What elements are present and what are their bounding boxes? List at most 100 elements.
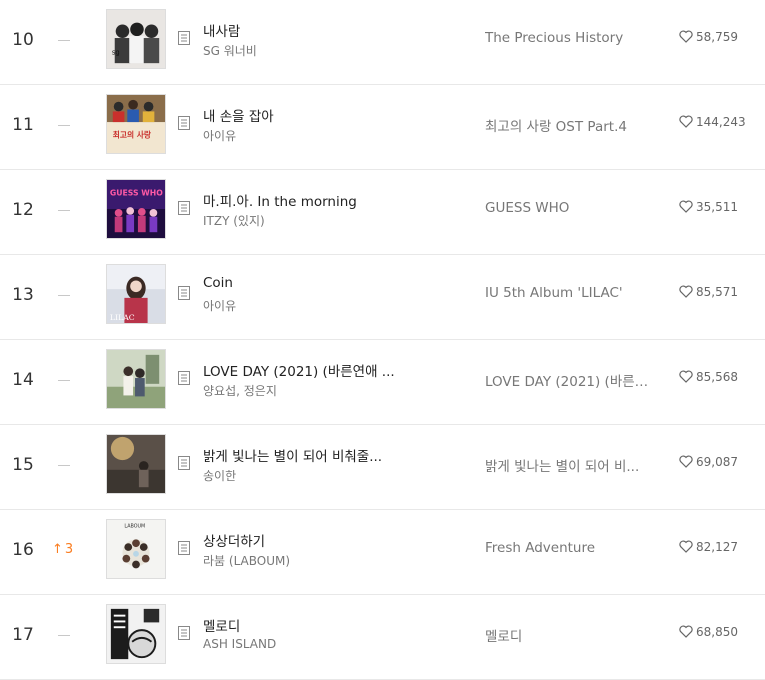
rank-change-static — [52, 118, 82, 133]
heart-outline-icon — [679, 455, 693, 468]
document-icon[interactable] — [178, 626, 190, 640]
album-cover-image — [107, 605, 165, 663]
dash-icon — [58, 125, 70, 126]
chart-list: 10 sg 내사람 SG 워너비 The Precious History 58… — [0, 0, 765, 680]
song-title[interactable]: 내사람 — [203, 20, 453, 40]
like-button[interactable]: 58,759 — [679, 30, 759, 44]
artist-name[interactable]: ITZY (있지) — [203, 212, 453, 229]
album-cover-image: sg — [107, 10, 165, 68]
chart-row[interactable]: 17 멜로디 ASH ISLAND 멜로디 68,850 — [0, 595, 765, 680]
artist-name[interactable]: 아이유 — [203, 127, 453, 144]
svg-text:LABOUM: LABOUM — [124, 524, 145, 530]
heart-outline-icon — [679, 625, 693, 638]
document-icon[interactable] — [178, 371, 190, 385]
chart-row[interactable]: 13 LILAC Coin 아이유 IU 5th Album 'LILAC' 8… — [0, 255, 765, 340]
svg-text:최고의 사랑: 최고의 사랑 — [113, 130, 151, 140]
artist-name[interactable]: 송이한 — [203, 467, 453, 484]
album-cover[interactable]: sg — [106, 9, 166, 69]
album-name[interactable]: The Precious History — [485, 30, 657, 46]
song-title[interactable]: 내 손을 잡아 — [203, 105, 453, 125]
dash-icon — [58, 465, 70, 466]
like-button[interactable]: 68,850 — [679, 625, 759, 639]
document-icon[interactable] — [178, 31, 190, 45]
chart-row[interactable]: 12 GUESS WHO 마.피.아. In the morning ITZY … — [0, 170, 765, 255]
rank-number: 10 — [12, 30, 34, 50]
artist-name[interactable]: 양요섭, 정은지 — [203, 382, 453, 399]
album-cover[interactable]: LABOUM — [106, 519, 166, 579]
svg-text:GUESS WHO: GUESS WHO — [110, 188, 163, 197]
artist-name[interactable]: 라붐 (LABOUM) — [203, 552, 453, 569]
album-name[interactable]: LOVE DAY (2021) (바른연... — [485, 370, 657, 390]
chart-row[interactable]: 16 ↑ 3 LABOUM 상상더하기 라붐 (LABOUM) Fresh Adv… — [0, 510, 765, 595]
heart-outline-icon — [679, 115, 693, 128]
like-button[interactable]: 85,568 — [679, 370, 759, 384]
heart-outline-icon — [679, 370, 693, 383]
like-count: 68,850 — [696, 625, 738, 639]
document-icon[interactable] — [178, 541, 190, 555]
artist-name[interactable]: 아이유 — [203, 297, 453, 314]
like-count: 58,759 — [696, 30, 738, 44]
rank-change-value: 3 — [64, 542, 74, 557]
album-name[interactable]: GUESS WHO — [485, 200, 657, 216]
album-cover[interactable]: 최고의 사랑 — [106, 94, 166, 154]
album-cover-image: LILAC — [107, 265, 165, 323]
like-button[interactable]: 82,127 — [679, 540, 759, 554]
like-button[interactable]: 144,243 — [679, 115, 759, 129]
song-title[interactable]: LOVE DAY (2021) (바른연애 ... — [203, 360, 453, 380]
album-name[interactable]: 최고의 사랑 OST Part.4 — [485, 115, 657, 135]
artist-name[interactable]: SG 워너비 — [203, 42, 453, 59]
chart-row[interactable]: 11 최고의 사랑 내 손을 잡아 아이유 최고의 사랑 OST Part.4 … — [0, 85, 765, 170]
rank-number: 13 — [12, 285, 34, 305]
heart-outline-icon — [679, 200, 693, 213]
document-icon[interactable] — [178, 201, 190, 215]
song-title[interactable]: 밝게 빛나는 별이 되어 비춰줄... — [203, 445, 453, 465]
rank-change-static — [52, 33, 82, 48]
song-title[interactable]: Coin — [203, 275, 453, 291]
like-count: 35,511 — [696, 200, 738, 214]
rank-number: 16 — [12, 540, 34, 560]
like-button[interactable]: 69,087 — [679, 455, 759, 469]
album-name[interactable]: IU 5th Album 'LILAC' — [485, 285, 657, 301]
rank-change-static — [52, 373, 82, 388]
document-icon[interactable] — [178, 286, 190, 300]
album-cover[interactable] — [106, 604, 166, 664]
arrow-up-icon: ↑ — [52, 542, 63, 557]
album-name[interactable]: Fresh Adventure — [485, 540, 657, 556]
song-title[interactable]: 상상더하기 — [203, 530, 453, 550]
document-icon[interactable] — [178, 456, 190, 470]
album-cover[interactable]: LILAC — [106, 264, 166, 324]
artist-name[interactable]: ASH ISLAND — [203, 637, 453, 651]
album-cover-image — [107, 435, 165, 493]
album-cover[interactable] — [106, 434, 166, 494]
dash-icon — [58, 210, 70, 211]
heart-outline-icon — [679, 540, 693, 553]
rank-number: 15 — [12, 455, 34, 475]
like-button[interactable]: 35,511 — [679, 200, 759, 214]
dash-icon — [58, 635, 70, 636]
album-cover-image: GUESS WHO — [107, 180, 165, 238]
rank-change-static — [52, 628, 82, 643]
album-cover[interactable]: GUESS WHO — [106, 179, 166, 239]
chart-row[interactable]: 15 밝게 빛나는 별이 되어 비춰줄... 송이한 밝게 빛나는 별이 되어 … — [0, 425, 765, 510]
album-cover[interactable] — [106, 349, 166, 409]
album-cover-image: LABOUM — [107, 520, 165, 578]
like-button[interactable]: 85,571 — [679, 285, 759, 299]
rank-change-static — [52, 288, 82, 303]
svg-text:LILAC: LILAC — [110, 313, 135, 322]
heart-outline-icon — [679, 30, 693, 43]
document-icon[interactable] — [178, 116, 190, 130]
song-title[interactable]: 멜로디 — [203, 615, 453, 635]
album-cover-image: 최고의 사랑 — [107, 95, 165, 153]
svg-text:sg: sg — [112, 48, 120, 56]
rank-number: 11 — [12, 115, 34, 135]
dash-icon — [58, 295, 70, 296]
rank-number: 14 — [12, 370, 34, 390]
song-title[interactable]: 마.피.아. In the morning — [203, 190, 453, 210]
chart-row[interactable]: 14 LOVE DAY (2021) (바른연애 ... 양요섭, 정은지 LO… — [0, 340, 765, 425]
album-name[interactable]: 멜로디 — [485, 625, 657, 645]
like-count: 69,087 — [696, 455, 738, 469]
chart-row[interactable]: 10 sg 내사람 SG 워너비 The Precious History 58… — [0, 0, 765, 85]
dash-icon — [58, 380, 70, 381]
rank-number: 17 — [12, 625, 34, 645]
album-name[interactable]: 밝게 빛나는 별이 되어 비... — [485, 455, 657, 475]
